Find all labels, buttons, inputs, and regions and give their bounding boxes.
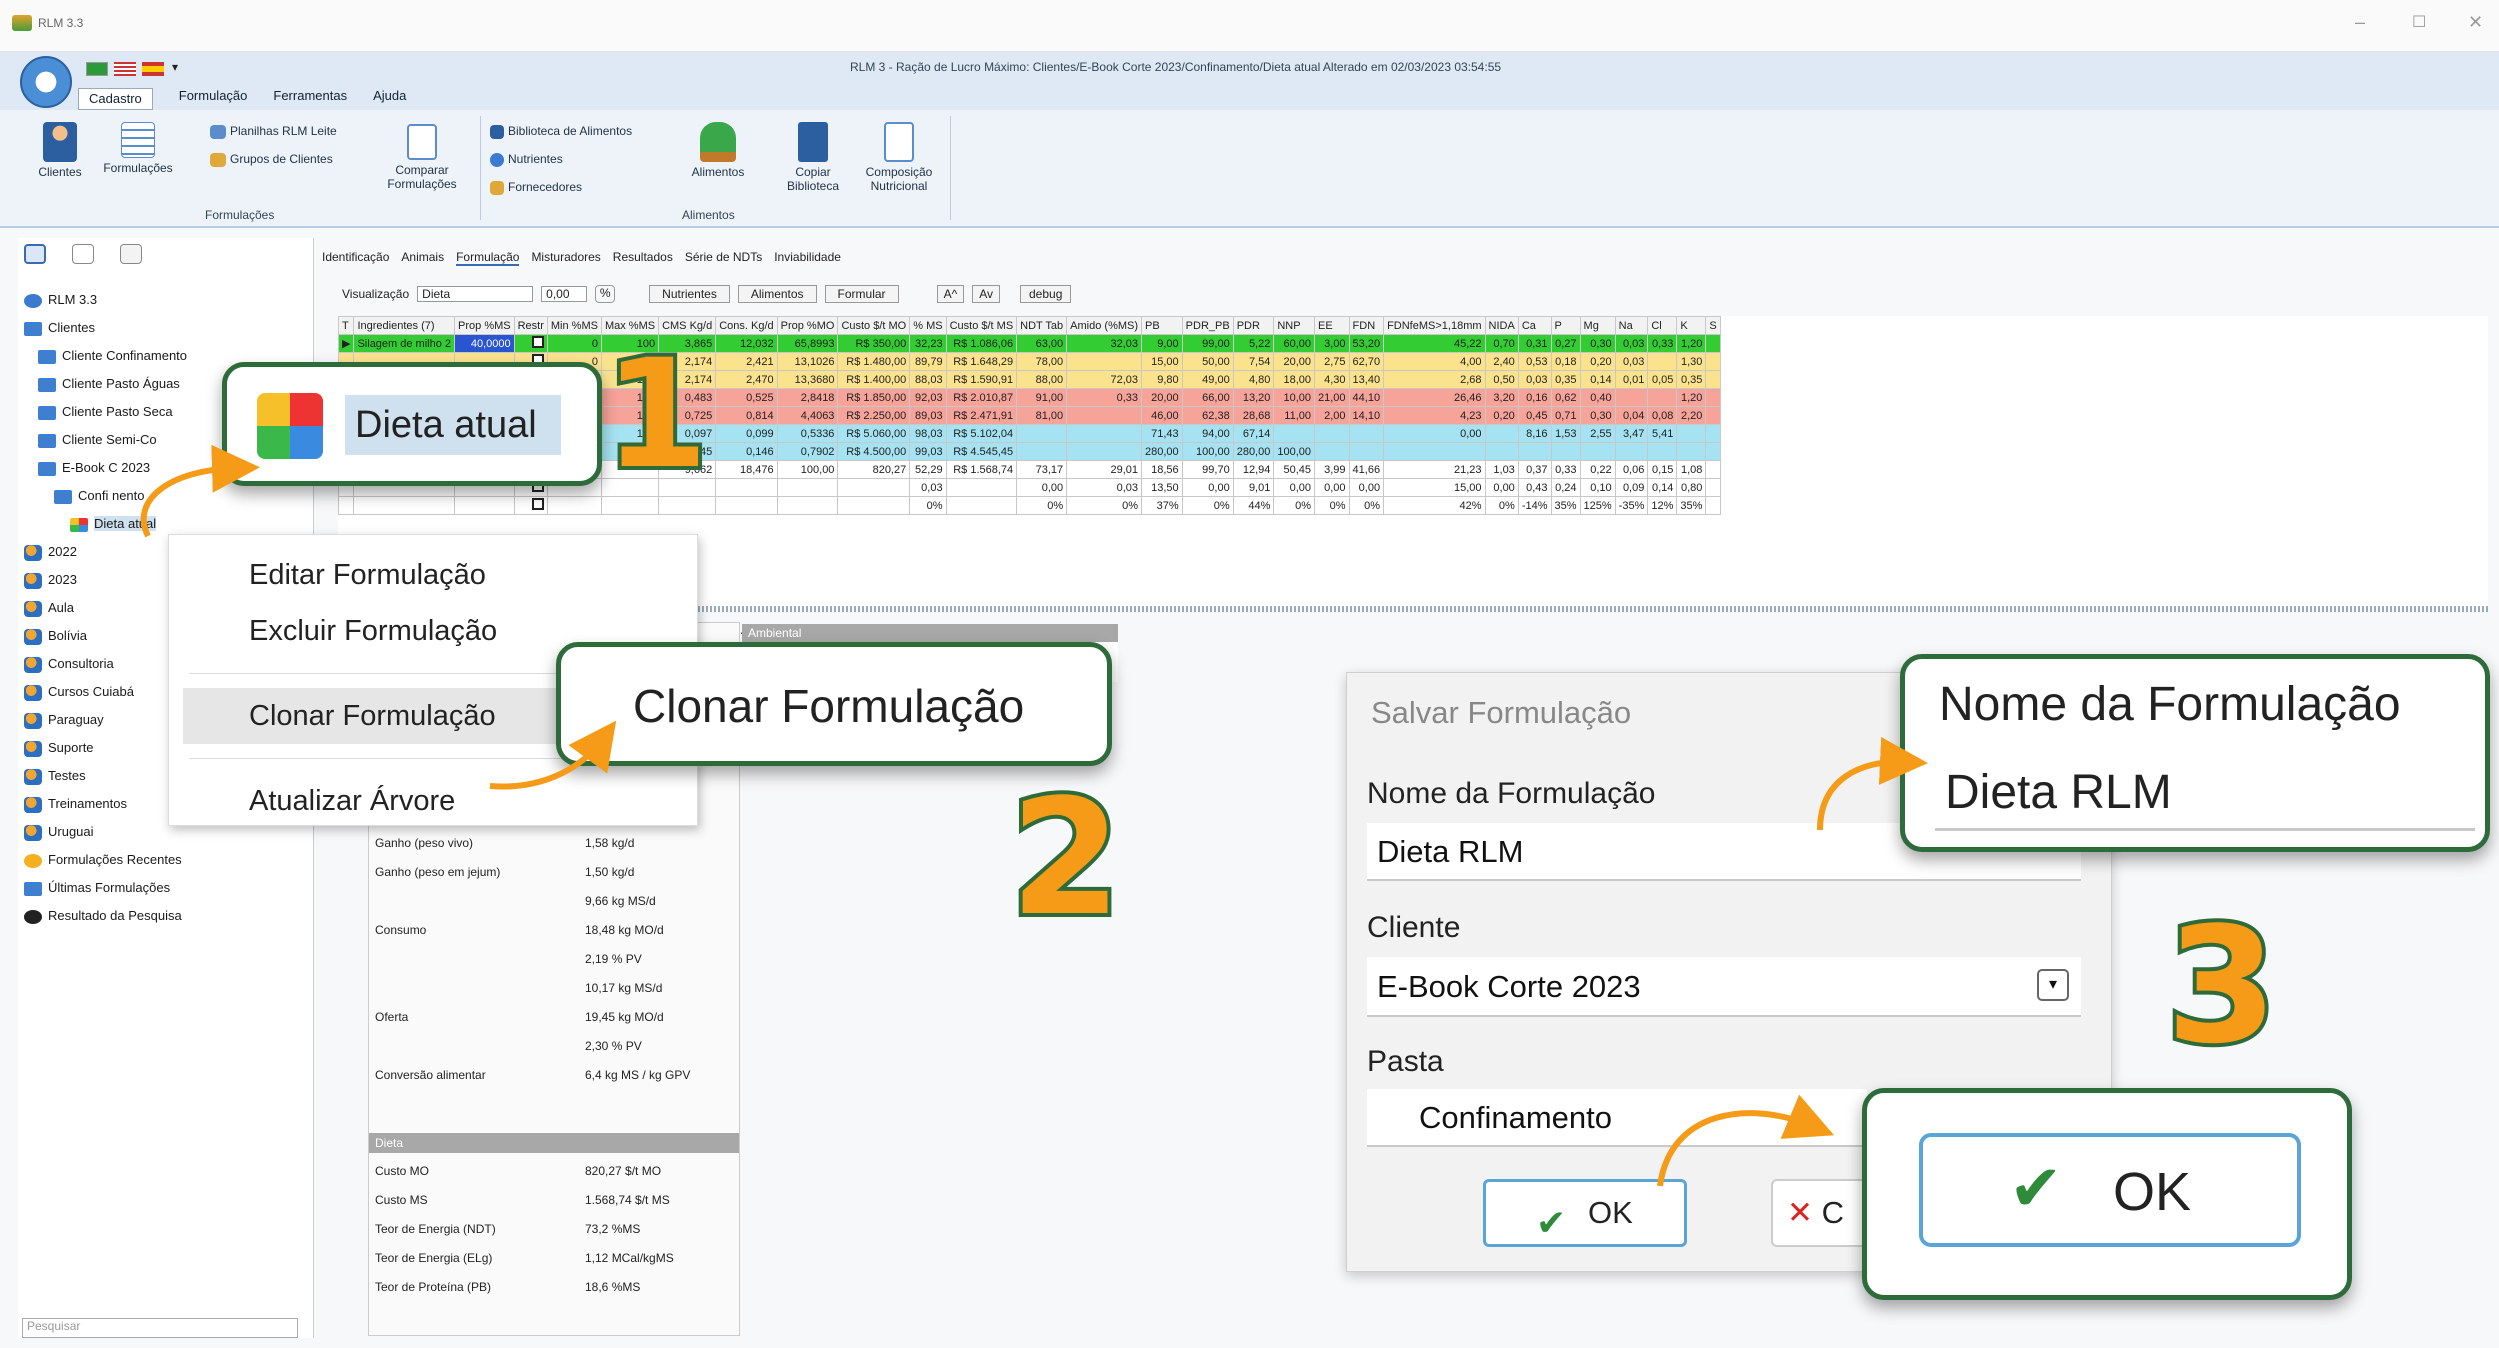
callout-arrows [140,444,1928,1187]
arrow-nome [1817,736,1928,831]
arrow-ok [1657,1094,1835,1187]
arrow-clonar [489,720,617,790]
arrow-dieta-atual [140,444,260,538]
app-window: RLM 3.3 – ☐ ✕ ▾ RLM 3 - Ração de Lucro M… [0,0,2499,1348]
